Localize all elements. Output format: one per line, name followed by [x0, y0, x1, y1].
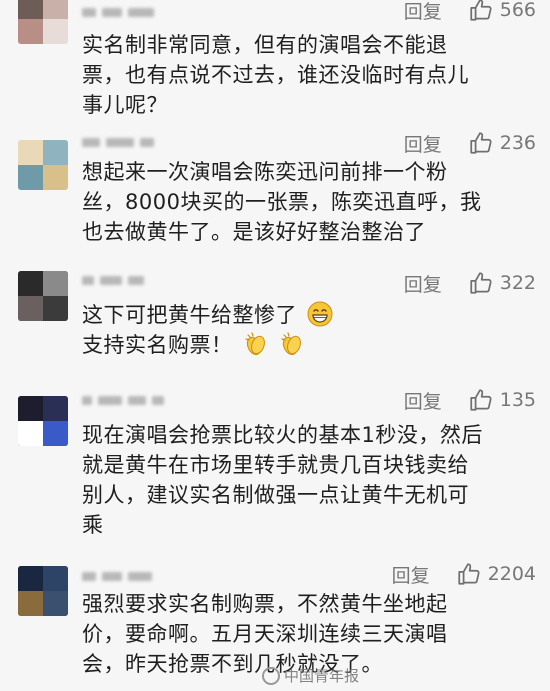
comment-text: 这下可把黄牛给整惨了 支持实名购票！: [82, 300, 522, 360]
watermark: 中国青年报: [262, 665, 359, 686]
comment-text: 现在演唱会抢票比较火的基本1秒没，然后 就是黄牛在市场里转手就贵几百块钱卖给 别…: [82, 420, 522, 540]
username-blurred[interactable]: [82, 272, 144, 288]
comment-line: 丝，8000块买的一张票，陈奕迅直呼，我: [82, 190, 482, 214]
avatar[interactable]: [18, 0, 68, 44]
comment-text: 想起来一次演唱会陈奕迅问前排一个粉 丝，8000块买的一张票，陈奕迅直呼，我 也…: [82, 157, 522, 247]
comment-feed: 回复 566 实名制非常同意，但有的演唱会不能退 票，也有点说不过去，谁还没临时…: [0, 0, 550, 691]
thumbs-up-icon[interactable]: [468, 130, 494, 156]
grinning-face-emoji: [307, 301, 333, 327]
like-count: 2204: [487, 563, 536, 585]
thumbs-up-icon[interactable]: [468, 387, 494, 413]
thumbs-up-icon[interactable]: [468, 270, 494, 296]
comment-actions: 回复 566: [404, 0, 536, 24]
comment-line: 支持实名购票！: [82, 330, 522, 360]
comment-line: 实名制非常同意，但有的演唱会不能退: [82, 33, 448, 57]
like-count: 322: [499, 272, 536, 294]
comment-actions: 回复 2204: [392, 560, 536, 588]
like-count: 566: [499, 0, 536, 21]
comment-line: 价，要命啊。五月天深圳连续三天演唱: [82, 622, 448, 646]
comment-line: 票，也有点说不过去，谁还没临时有点儿: [82, 63, 469, 87]
username-blurred[interactable]: [82, 134, 154, 150]
watermark-text: 中国青年报: [284, 667, 360, 685]
comment-actions: 回复 135: [404, 386, 536, 414]
reply-button[interactable]: 回复: [404, 0, 442, 24]
comment-line: 强烈要求实名制购票，不然黄牛坐地起: [82, 592, 448, 616]
thumbs-up-icon[interactable]: [468, 0, 494, 23]
avatar[interactable]: [18, 140, 68, 190]
comment-text: 实名制非常同意，但有的演唱会不能退 票，也有点说不过去，谁还没临时有点儿 事儿呢…: [82, 30, 522, 120]
reply-button[interactable]: 回复: [404, 387, 442, 414]
comment-line: 乘: [82, 513, 104, 537]
reply-button[interactable]: 回复: [404, 130, 442, 157]
comment-line: 现在演唱会抢票比较火的基本1秒没，然后: [82, 423, 483, 447]
comment-line: 想起来一次演唱会陈奕迅问前排一个粉: [82, 160, 448, 184]
username-blurred[interactable]: [82, 568, 152, 584]
username-blurred[interactable]: [82, 4, 154, 20]
reply-button[interactable]: 回复: [392, 561, 430, 588]
reply-button[interactable]: 回复: [404, 270, 442, 297]
comment-line: 事儿呢？: [82, 93, 168, 117]
clapping-hands-emoji: [281, 332, 301, 356]
comment-line: 就是黄牛在市场里转手就贵几百块钱卖给: [82, 453, 469, 477]
like-count: 236: [499, 132, 536, 154]
thumbs-up-icon[interactable]: [456, 561, 482, 587]
clapping-hands-emoji: [245, 332, 265, 356]
avatar[interactable]: [18, 566, 68, 616]
comment-line: 这下可把黄牛给整惨了: [82, 300, 522, 330]
comment-line: 别人，建议实名制做强一点让黄牛无机可: [82, 483, 469, 507]
comment-line-text: 这下可把黄牛给整惨了: [82, 303, 297, 327]
comment-line: 也去做黄牛了。是该好好整治整治了: [82, 220, 426, 244]
comment-actions: 回复 322: [404, 269, 536, 297]
weibo-logo-icon: [262, 666, 280, 685]
like-count: 135: [499, 389, 536, 411]
comment-line-text: 支持实名购票！: [82, 333, 233, 357]
username-blurred[interactable]: [82, 392, 164, 408]
avatar[interactable]: [18, 271, 68, 321]
avatar[interactable]: [18, 396, 68, 446]
comment-actions: 回复 236: [404, 129, 536, 157]
